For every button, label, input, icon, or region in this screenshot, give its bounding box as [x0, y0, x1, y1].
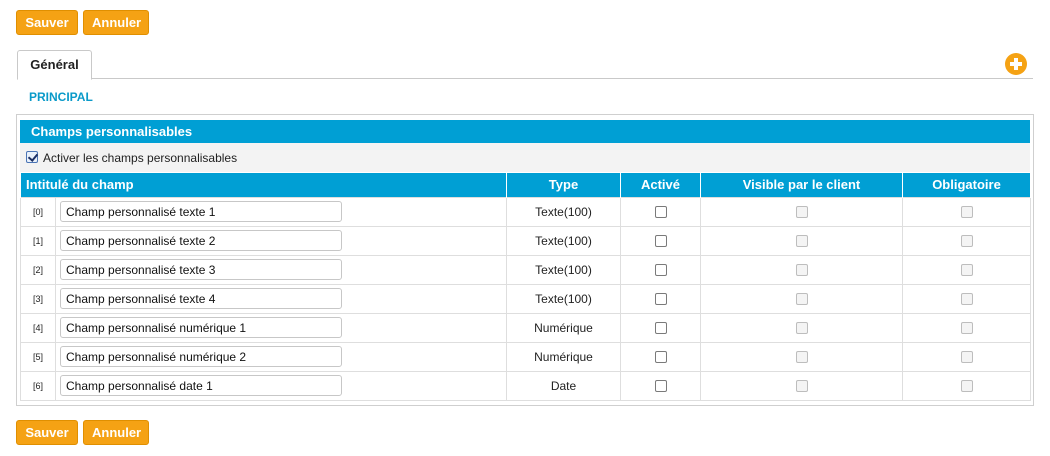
field-type: Texte(100) [506, 254, 621, 285]
required-cell [902, 312, 1031, 343]
custom-fields-table: Intitulé du champ Type Activé Visible pa… [20, 173, 1031, 401]
field-type: Numérique [506, 312, 621, 343]
required-cell [902, 283, 1031, 314]
active-cell [620, 312, 701, 343]
cancel-button-top[interactable]: Annuler [83, 10, 149, 35]
row-index: [6] [20, 370, 56, 401]
visible-checkbox[interactable] [795, 206, 808, 219]
header-visible: Visible par le client [700, 173, 903, 197]
cancel-button-bottom[interactable]: Annuler [83, 420, 149, 445]
active-cell [620, 254, 701, 285]
active-checkbox[interactable] [654, 351, 667, 364]
visible-cell [700, 312, 903, 343]
field-name-input[interactable] [60, 230, 342, 251]
active-cell [620, 370, 701, 401]
visible-checkbox[interactable] [795, 351, 808, 364]
active-checkbox[interactable] [654, 206, 667, 219]
field-type: Texte(100) [506, 196, 621, 227]
visible-checkbox[interactable] [795, 264, 808, 277]
field-type: Texte(100) [506, 283, 621, 314]
field-name-cell [55, 196, 507, 227]
active-checkbox[interactable] [654, 235, 667, 248]
visible-cell [700, 370, 903, 401]
visible-checkbox[interactable] [795, 293, 808, 306]
field-name-input[interactable] [60, 346, 342, 367]
active-checkbox[interactable] [654, 293, 667, 306]
field-name-input[interactable] [60, 259, 342, 280]
header-active: Activé [620, 173, 701, 197]
field-type: Texte(100) [506, 225, 621, 256]
tab-general[interactable]: Général [17, 50, 92, 80]
field-name-input[interactable] [60, 317, 342, 338]
row-index: [3] [20, 283, 56, 314]
row-index: [0] [20, 196, 56, 227]
required-checkbox[interactable] [960, 293, 973, 306]
header-field-name: Intitulé du champ [20, 173, 507, 197]
table-row: [0] Texte(100) [20, 196, 1031, 227]
active-checkbox[interactable] [654, 322, 667, 335]
required-checkbox[interactable] [960, 235, 973, 248]
active-checkbox[interactable] [654, 264, 667, 277]
activate-label: Activer les champs personnalisables [43, 151, 238, 165]
active-cell [620, 196, 701, 227]
table-header-row: Intitulé du champ Type Activé Visible pa… [20, 173, 1031, 197]
active-cell [620, 341, 701, 372]
required-cell [902, 196, 1031, 227]
tab-bar: Général [17, 50, 1033, 80]
visible-cell [700, 225, 903, 256]
visible-checkbox[interactable] [795, 235, 808, 248]
field-type: Numérique [506, 341, 621, 372]
required-cell [902, 254, 1031, 285]
activate-checkbox[interactable] [26, 151, 38, 163]
table-row: [5] Numérique [20, 341, 1031, 372]
row-index: [2] [20, 254, 56, 285]
header-type: Type [506, 173, 621, 197]
required-checkbox[interactable] [960, 264, 973, 277]
required-checkbox[interactable] [960, 351, 973, 364]
active-cell [620, 283, 701, 314]
field-type: Date [506, 370, 621, 401]
required-checkbox[interactable] [960, 206, 973, 219]
field-name-cell [55, 283, 507, 314]
field-name-cell [55, 370, 507, 401]
table-row: [3] Texte(100) [20, 283, 1031, 314]
visible-cell [700, 283, 903, 314]
field-name-cell [55, 341, 507, 372]
add-icon[interactable] [1005, 53, 1027, 75]
field-name-input[interactable] [60, 375, 342, 396]
field-name-cell [55, 312, 507, 343]
row-index: [5] [20, 341, 56, 372]
table-row: [2] Texte(100) [20, 254, 1031, 285]
required-cell [902, 341, 1031, 372]
required-checkbox[interactable] [960, 322, 973, 335]
custom-fields-panel: Champs personnalisables Activer les cham… [16, 114, 1034, 406]
field-name-cell [55, 225, 507, 256]
field-name-input[interactable] [60, 201, 342, 222]
visible-cell [700, 196, 903, 227]
save-button-bottom[interactable]: Sauver [16, 420, 78, 445]
required-cell [902, 370, 1031, 401]
save-button-top[interactable]: Sauver [16, 10, 78, 35]
visible-cell [700, 341, 903, 372]
table-row: [1] Texte(100) [20, 225, 1031, 256]
field-name-cell [55, 254, 507, 285]
active-cell [620, 225, 701, 256]
activate-row: Activer les champs personnalisables [20, 143, 1030, 172]
field-name-input[interactable] [60, 288, 342, 309]
table-row: [6] Date [20, 370, 1031, 401]
panel-title: Champs personnalisables [20, 120, 1030, 143]
table-row: [4] Numérique [20, 312, 1031, 343]
row-index: [1] [20, 225, 56, 256]
row-index: [4] [20, 312, 56, 343]
section-link-principal[interactable]: PRINCIPAL [29, 90, 93, 104]
visible-checkbox[interactable] [795, 380, 808, 393]
visible-checkbox[interactable] [795, 322, 808, 335]
required-cell [902, 225, 1031, 256]
visible-cell [700, 254, 903, 285]
active-checkbox[interactable] [654, 380, 667, 393]
required-checkbox[interactable] [960, 380, 973, 393]
header-required: Obligatoire [902, 173, 1031, 197]
